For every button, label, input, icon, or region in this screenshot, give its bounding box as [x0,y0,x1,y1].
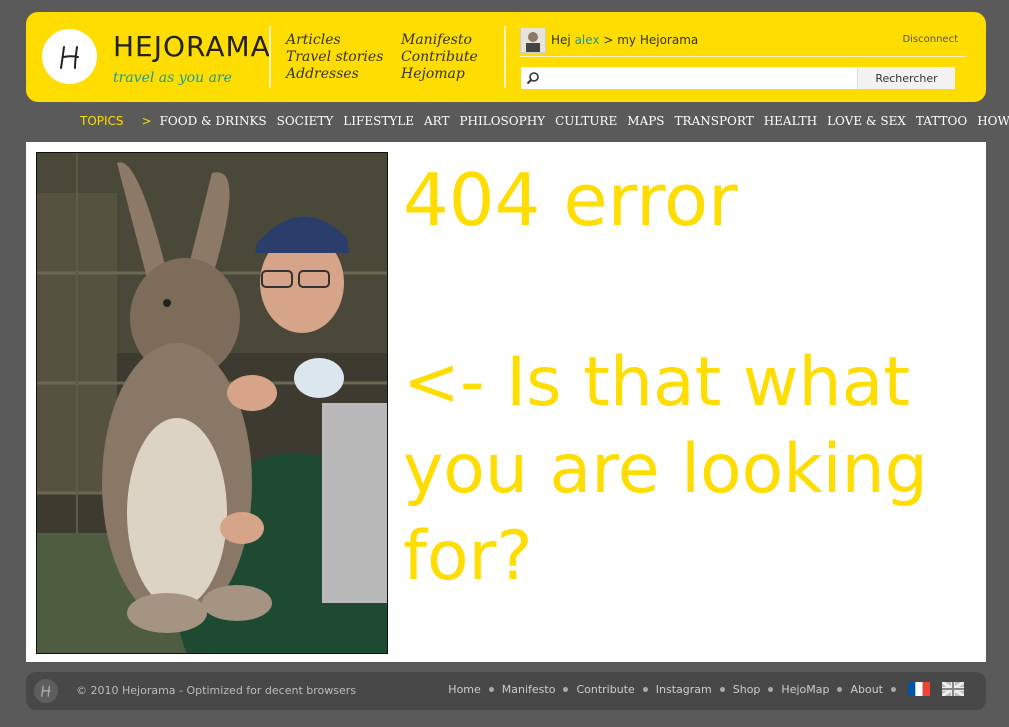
nav-column-left: Articles Travel stories Addresses [286,32,383,83]
nav-manifesto[interactable]: Manifesto [401,32,478,49]
topic-lifestyle[interactable]: LIFESTYLE [343,114,414,128]
giant-rabbit-photo [36,152,388,654]
search-icon [526,70,540,89]
footer-links: Home Manifesto Contribute Instagram Shop… [448,680,965,698]
topics-bar: TOPICS > FOOD & DRINKS SOCIETY LIFESTYLE… [80,113,1009,129]
main-content: 404 error <- Is that what you are lookin… [26,142,986,662]
topic-culture[interactable]: CULTURE [555,114,617,128]
nav-hejomap[interactable]: Hejomap [401,66,478,83]
error-title: 404 error [403,158,738,242]
separator-dot [837,686,843,692]
divider [269,26,271,88]
greeting-text: Hej [551,33,571,47]
footer-logo-icon[interactable] [34,679,58,703]
separator-dot [563,686,569,692]
topic-society[interactable]: SOCIETY [277,114,334,128]
logo-tagline: travel as you are [113,70,232,86]
footer-link-home[interactable]: Home [448,683,480,696]
footer-link-shop[interactable]: Shop [733,683,761,696]
username-link[interactable]: alex [575,33,600,47]
topics-arrow: > [141,114,152,128]
user-bar: Hej alex > my Hejorama Disconnect [520,26,966,57]
topic-philosophy[interactable]: PHILOSOPHY [459,114,545,128]
topic-how-to[interactable]: HOW-TO [977,114,1009,128]
avatar[interactable] [520,27,546,53]
footer-link-hejomap[interactable]: HejoMap [781,683,829,696]
divider [504,26,506,88]
nav-column-right: Manifesto Contribute Hejomap [401,32,478,83]
error-message: <- Is that what you are looking for? [403,343,928,596]
separator-dot [642,686,648,692]
french-flag-icon[interactable] [908,682,930,696]
footer-link-manifesto[interactable]: Manifesto [502,683,556,696]
site-footer: © 2010 Hejorama - Optimized for decent b… [26,672,986,710]
footer-link-about[interactable]: About [850,683,883,696]
search-button[interactable]: Rechercher [857,67,955,89]
copyright-text: © 2010 Hejorama - Optimized for decent b… [76,684,357,697]
greeting: Hej alex > my Hejorama [551,33,698,47]
uk-flag-icon[interactable] [941,680,965,698]
footer-link-contribute[interactable]: Contribute [576,683,634,696]
logo-icon[interactable] [42,29,97,84]
search-input[interactable] [545,67,845,89]
separator-dot [719,686,725,692]
topic-love-sex[interactable]: LOVE & SEX [827,114,906,128]
topic-transport[interactable]: TRANSPORT [675,114,754,128]
my-hejorama-link[interactable]: > my Hejorama [603,33,698,47]
nav-travel-stories[interactable]: Travel stories [286,49,383,66]
nav-addresses[interactable]: Addresses [286,66,383,83]
nav-contribute[interactable]: Contribute [401,49,478,66]
topic-maps[interactable]: MAPS [627,114,664,128]
topic-tattoo[interactable]: TATTOO [916,114,967,128]
topic-art[interactable]: ART [424,114,450,128]
topic-food-drinks[interactable]: FOOD & DRINKS [160,114,267,128]
separator-dot [488,686,494,692]
separator-dot [891,686,896,692]
search-bar: Rechercher [521,67,955,89]
separator-dot [768,686,774,692]
disconnect-link[interactable]: Disconnect [902,34,958,45]
site-header: HEJORAMA travel as you are Articles Trav… [26,12,986,102]
topic-health[interactable]: HEALTH [764,114,817,128]
logo-name[interactable]: HEJORAMA [113,30,271,63]
topics-label: TOPICS [80,114,124,128]
nav-articles[interactable]: Articles [286,32,383,49]
footer-link-instagram[interactable]: Instagram [656,683,712,696]
